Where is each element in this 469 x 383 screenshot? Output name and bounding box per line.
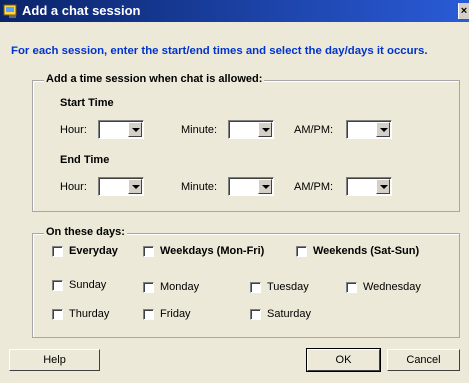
- help-button[interactable]: Help: [9, 349, 100, 371]
- chevron-down-icon[interactable]: [258, 122, 272, 137]
- checkbox-box[interactable]: [52, 279, 63, 291]
- close-button[interactable]: ×: [458, 3, 469, 19]
- ok-button[interactable]: OK: [306, 348, 381, 372]
- checkbox-box[interactable]: [143, 245, 154, 257]
- chevron-down-icon[interactable]: [376, 122, 390, 137]
- end-minute-label: Minute:: [181, 181, 218, 193]
- checkbox-box[interactable]: [346, 281, 357, 293]
- chat-window-icon: [3, 4, 17, 18]
- time-session-legend: Add a time session when chat is allowed:: [44, 73, 265, 85]
- window-title: Add a chat session: [22, 3, 141, 18]
- close-icon: ×: [460, 5, 468, 17]
- end-ampm-select[interactable]: [346, 177, 392, 196]
- chevron-down-icon[interactable]: [258, 179, 272, 194]
- end-hour-select[interactable]: [98, 177, 144, 196]
- checkbox-monday[interactable]: Monday: [143, 281, 199, 293]
- chevron-down-icon[interactable]: [376, 179, 390, 194]
- start-hour-select[interactable]: [98, 120, 144, 139]
- checkbox-sunday[interactable]: Sunday: [52, 279, 106, 291]
- chevron-down-icon[interactable]: [128, 179, 142, 194]
- checkbox-weekdays[interactable]: Weekdays (Mon-Fri): [143, 245, 264, 257]
- checkbox-box[interactable]: [296, 245, 307, 257]
- checkbox-saturday[interactable]: Saturday: [250, 308, 311, 320]
- checkbox-tuesday[interactable]: Tuesday: [250, 281, 309, 293]
- end-minute-select[interactable]: [228, 177, 274, 196]
- checkbox-weekends[interactable]: Weekends (Sat-Sun): [296, 245, 419, 257]
- checkbox-wednesday[interactable]: Wednesday: [346, 281, 421, 293]
- end-ampm-label: AM/PM:: [294, 181, 334, 193]
- checkbox-everyday[interactable]: Everyday: [52, 245, 118, 257]
- checkbox-box[interactable]: [143, 281, 154, 293]
- checkbox-box[interactable]: [143, 308, 154, 320]
- start-minute-label: Minute:: [181, 124, 218, 136]
- instructions-text: For each session, enter the start/end ti…: [11, 45, 428, 57]
- start-hour-label: Hour:: [60, 124, 87, 136]
- chevron-down-icon[interactable]: [128, 122, 142, 137]
- end-time-heading: End Time: [60, 154, 110, 166]
- days-legend: On these days:: [44, 226, 127, 238]
- start-minute-select[interactable]: [228, 120, 274, 139]
- checkbox-box[interactable]: [250, 308, 261, 320]
- checkbox-box[interactable]: [52, 308, 63, 320]
- end-hour-label: Hour:: [60, 181, 87, 193]
- checkbox-thursday[interactable]: Thurday: [52, 308, 109, 320]
- start-ampm-select[interactable]: [346, 120, 392, 139]
- title-bar: Add a chat session ×: [0, 0, 469, 22]
- checkbox-box[interactable]: [250, 281, 261, 293]
- start-time-heading: Start Time: [60, 97, 114, 109]
- checkbox-friday[interactable]: Friday: [143, 308, 191, 320]
- checkbox-box[interactable]: [52, 245, 63, 257]
- start-ampm-label: AM/PM:: [294, 124, 334, 136]
- cancel-button[interactable]: Cancel: [387, 349, 460, 371]
